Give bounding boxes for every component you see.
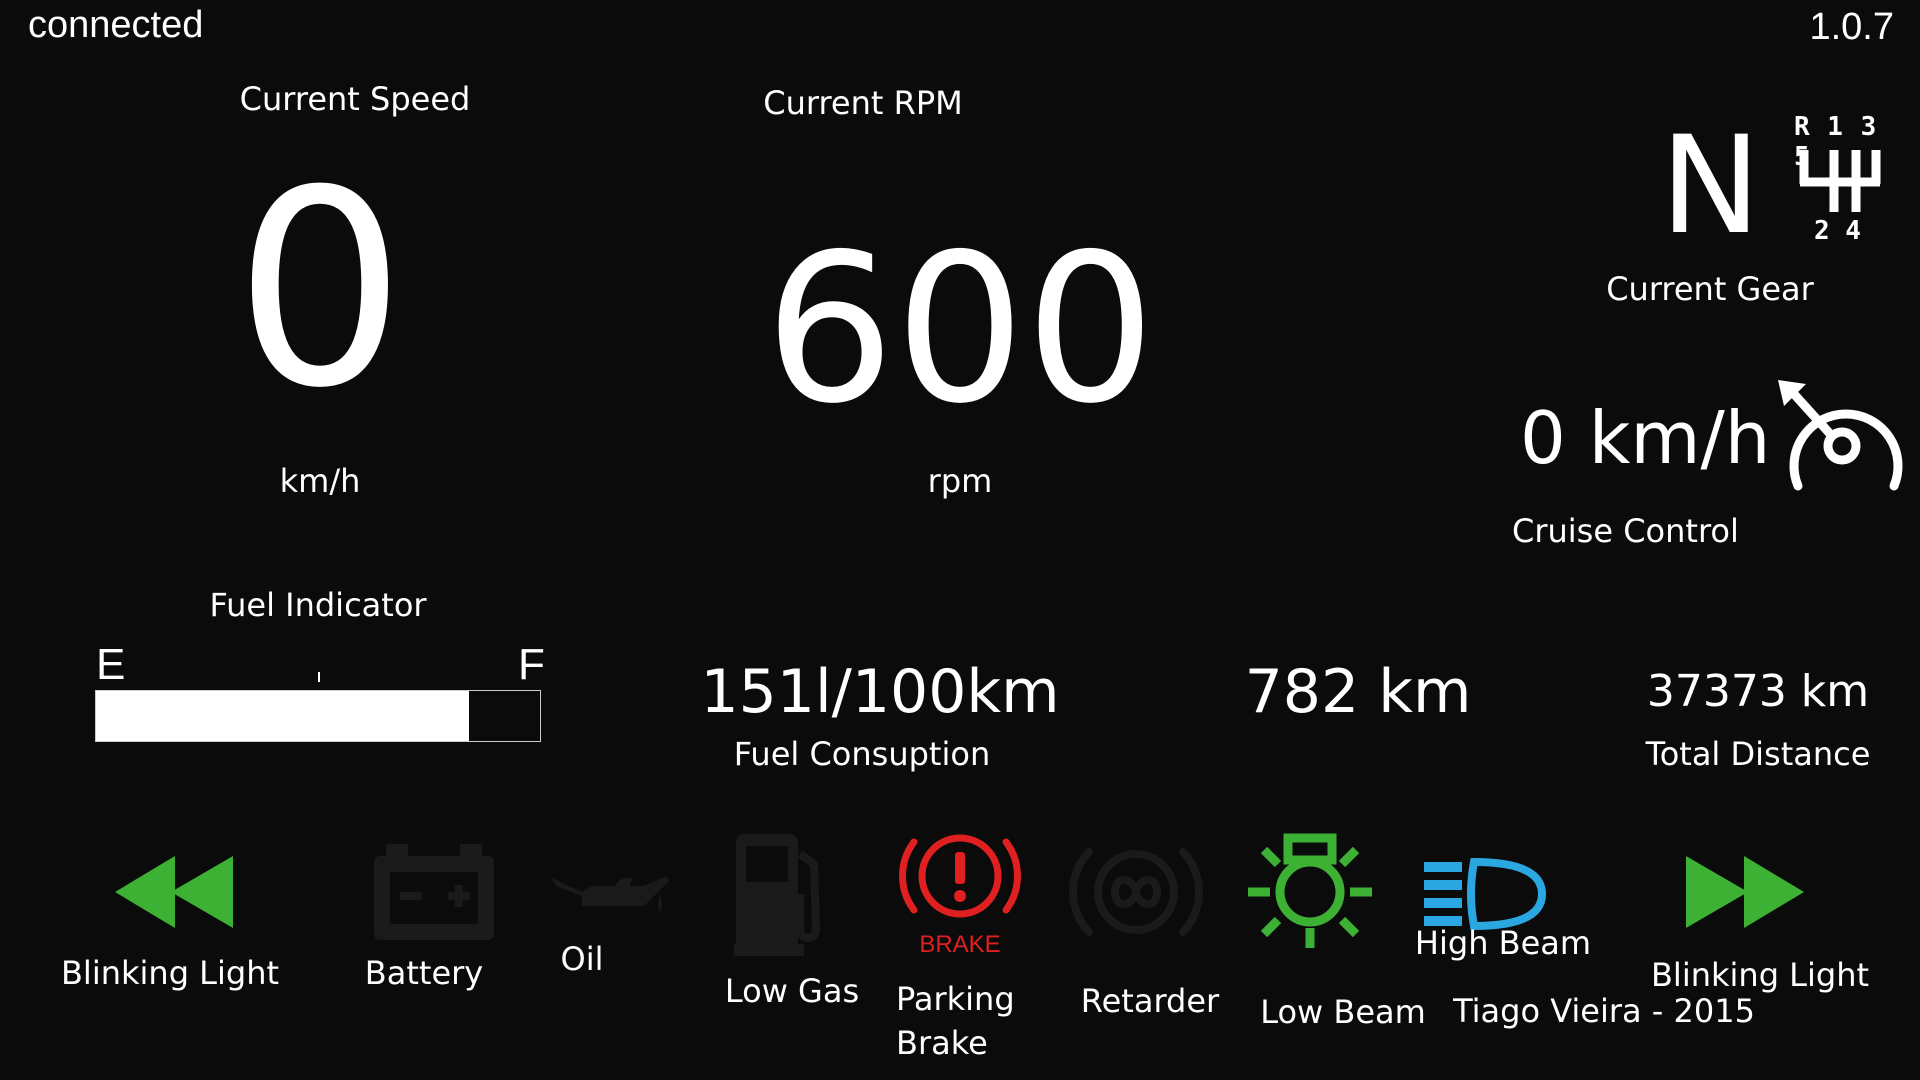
high-beam-icon bbox=[1424, 857, 1547, 931]
fuel-gauge-fill bbox=[96, 691, 469, 741]
consumption-label: Fuel Consuption bbox=[733, 735, 991, 773]
brake-icon-text: BRAKE bbox=[919, 931, 1000, 958]
fuel-pump-icon bbox=[734, 834, 821, 956]
retarder-label: Retarder bbox=[1080, 982, 1220, 1020]
cruise-control-icon bbox=[1778, 380, 1903, 491]
blink-right-label: Blinking Light bbox=[1650, 956, 1870, 994]
consumption-value: 151l/100km bbox=[700, 657, 1060, 727]
rpm-value: 600 bbox=[764, 211, 1156, 449]
oil-can-icon bbox=[552, 876, 670, 912]
gear-shift-pattern-icon: R 1 3 5 2 4 bbox=[1790, 112, 1886, 248]
fuel-gauge bbox=[95, 690, 541, 742]
odometer-label: Total Distance bbox=[1645, 735, 1871, 773]
shift-pattern-bottom: 2 4 bbox=[1814, 216, 1861, 246]
range-value: 782 km bbox=[1244, 657, 1472, 727]
speed-value: 0 bbox=[234, 132, 406, 447]
oil-label: Oil bbox=[560, 940, 604, 978]
retarder-icon bbox=[1069, 848, 1203, 936]
battery-icon bbox=[374, 844, 494, 940]
gear-label: Current Gear bbox=[1606, 270, 1814, 308]
credit-text: Tiago Vieira - 2015 bbox=[1453, 992, 1755, 1030]
fuel-full-label: F bbox=[518, 640, 545, 689]
speed-title: Current Speed bbox=[239, 80, 471, 118]
cruise-value: 0 km/h bbox=[1520, 396, 1771, 480]
parking-brake-label-line2: Brake bbox=[896, 1024, 988, 1062]
fuel-mid-tick bbox=[318, 672, 320, 682]
high-beam-label: High Beam bbox=[1414, 924, 1592, 962]
rpm-title: Current RPM bbox=[763, 84, 963, 122]
cruise-label: Cruise Control bbox=[1512, 512, 1739, 550]
odometer-value: 37373 km bbox=[1646, 666, 1870, 717]
low-gas-label: Low Gas bbox=[724, 972, 860, 1010]
fuel-title: Fuel Indicator bbox=[209, 586, 427, 624]
blink-left-label: Blinking Light bbox=[60, 954, 280, 992]
fuel-empty-label: E bbox=[96, 640, 126, 689]
connection-status: connected bbox=[28, 4, 204, 46]
brake-warning-icon: BRAKE bbox=[899, 834, 1021, 958]
speed-unit: km/h bbox=[279, 462, 361, 500]
low-beam-icon bbox=[1248, 833, 1372, 948]
parking-brake-label-line1: Parking bbox=[896, 980, 1015, 1018]
app-version: 1.0.7 bbox=[1809, 6, 1894, 48]
blink-left-icon bbox=[115, 856, 233, 928]
rpm-unit: rpm bbox=[927, 462, 993, 500]
gear-value: N bbox=[1660, 107, 1761, 264]
blink-right-icon bbox=[1686, 856, 1804, 928]
battery-label: Battery bbox=[364, 954, 484, 992]
low-beam-label: Low Beam bbox=[1260, 993, 1426, 1031]
